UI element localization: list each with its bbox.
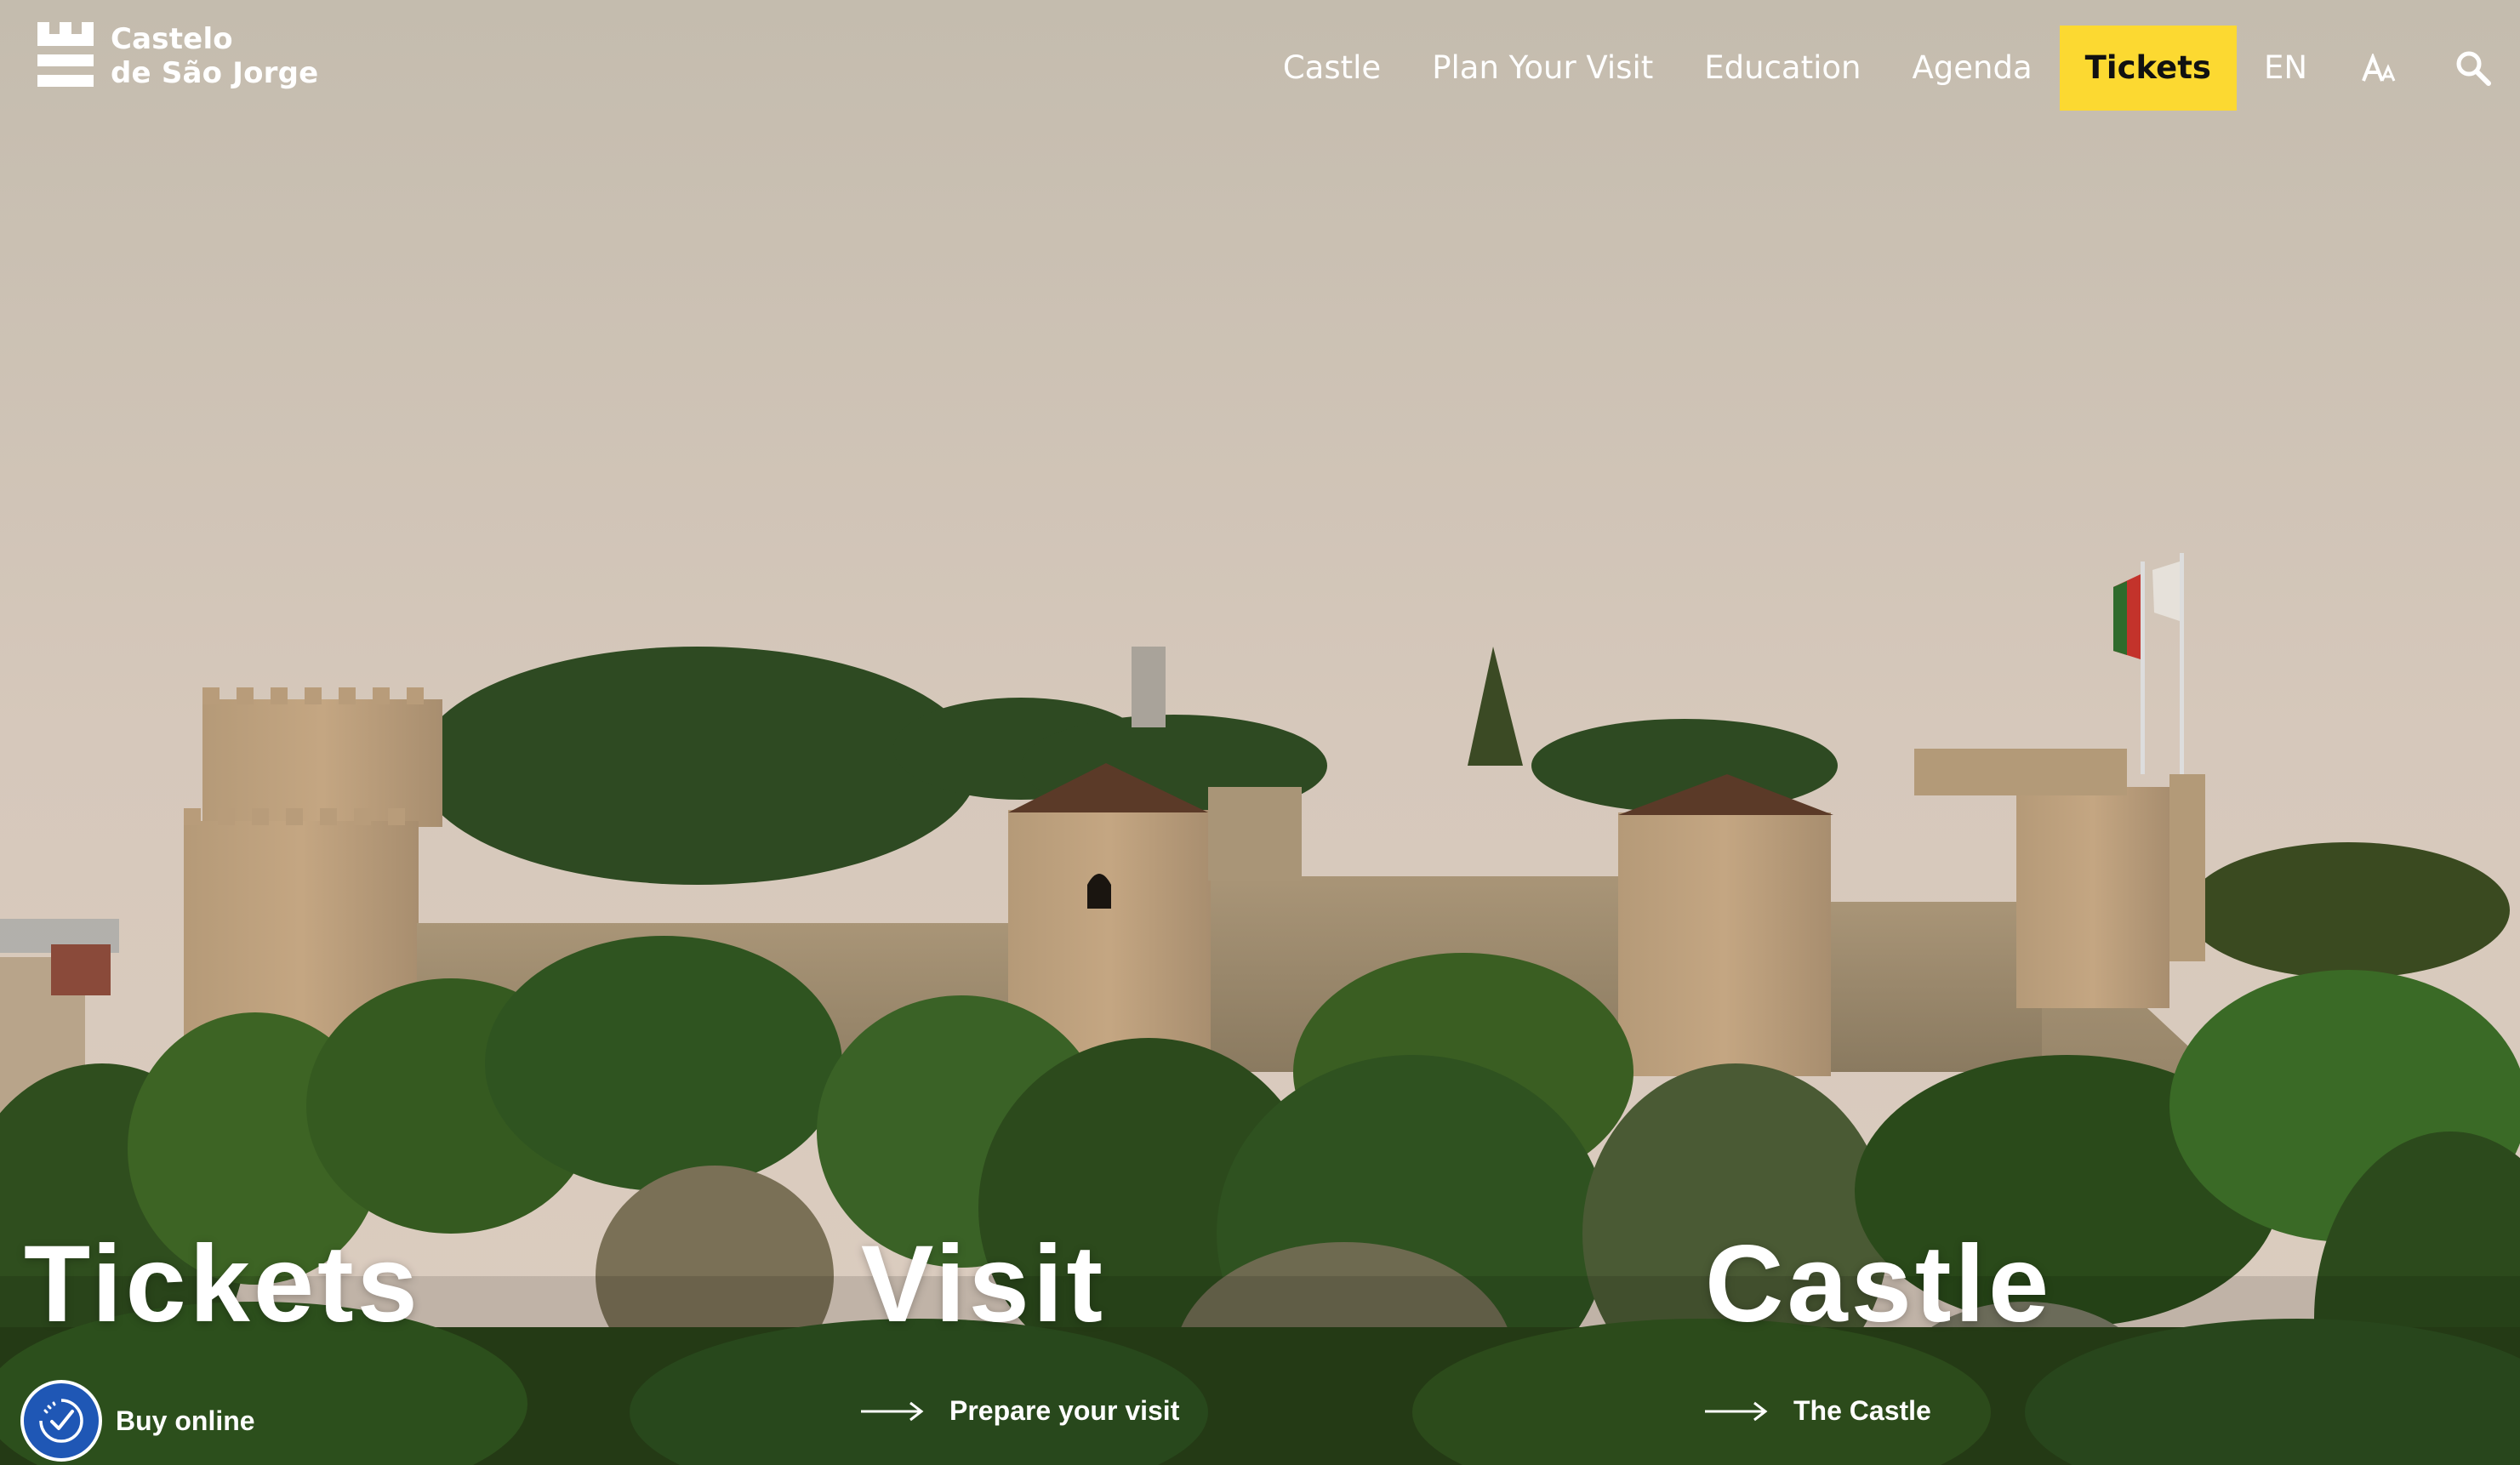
nav-plan-your-visit[interactable]: Plan Your Visit: [1406, 26, 1679, 111]
the-castle-label: The Castle: [1793, 1395, 1931, 1426]
search-button[interactable]: [2426, 26, 2520, 111]
main-nav: Castle Plan Your Visit Education Agenda …: [1257, 26, 2520, 111]
nav-castle[interactable]: Castle: [1257, 26, 1406, 111]
text-size-button[interactable]: [2333, 26, 2426, 111]
buy-online-link[interactable]: Buy online: [20, 1380, 421, 1462]
section-title-tickets: Tickets: [24, 1223, 421, 1345]
text-size-icon: [2362, 54, 2396, 82]
language-switch[interactable]: EN: [2238, 26, 2333, 111]
search-icon: [2456, 51, 2491, 86]
brand-line-1: Castelo: [111, 22, 233, 56]
nav-education[interactable]: Education: [1679, 26, 1886, 111]
section-title-visit: Visit: [861, 1223, 1106, 1345]
arrow-right-icon: [1705, 1401, 1768, 1421]
brand-name: Castelo de São Jorge: [111, 22, 318, 90]
nav-tickets-button[interactable]: Tickets: [2059, 26, 2237, 111]
site-header: Castelo de São Jorge Castle Plan Your Vi…: [0, 0, 2520, 136]
castle-logo-icon: [37, 22, 94, 87]
the-castle-link[interactable]: The Castle: [1705, 1395, 2052, 1427]
section-visit: Visit Prepare your visit: [861, 1225, 1179, 1427]
ticket-check-glyph: [39, 1399, 83, 1443]
section-castle: Castle The Castle: [1705, 1225, 2052, 1427]
ticket-check-icon: [20, 1380, 102, 1462]
section-title-castle: Castle: [1705, 1223, 2053, 1345]
site-logo[interactable]: Castelo de São Jorge: [37, 22, 318, 92]
buy-online-label: Buy online: [116, 1405, 255, 1436]
brand-line-2: de São Jorge: [111, 56, 319, 90]
section-tickets: Tickets Buy online: [20, 1223, 421, 1462]
prepare-your-visit-label: Prepare your visit: [949, 1395, 1180, 1426]
arrow-right-icon: [861, 1401, 924, 1421]
prepare-your-visit-link[interactable]: Prepare your visit: [861, 1395, 1179, 1427]
nav-agenda[interactable]: Agenda: [1886, 26, 2057, 111]
